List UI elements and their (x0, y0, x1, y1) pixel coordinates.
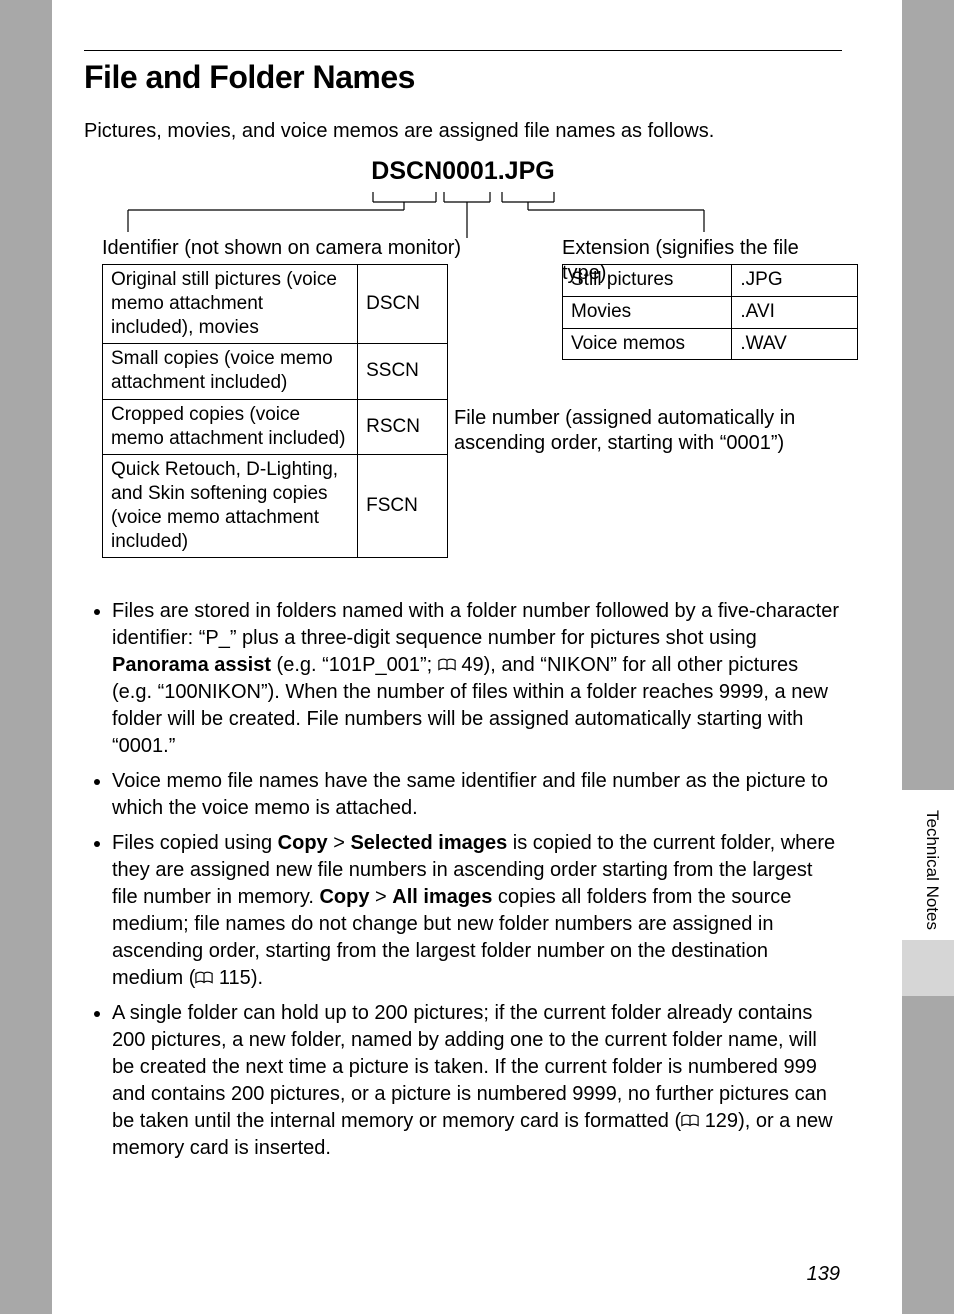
extension-type: Movies (563, 296, 732, 328)
table-row: Still pictures.JPG (563, 265, 858, 297)
identifier-table: Original still pictures (voice memo atta… (102, 264, 448, 558)
list-item: Voice memo file names have the same iden… (112, 768, 842, 822)
book-icon (681, 1114, 699, 1128)
extension-ext: .AVI (732, 296, 858, 328)
bracket-lines (84, 188, 842, 238)
notes-list: Files are stored in folders named with a… (84, 598, 842, 1162)
page: File and Folder Names Pictures, movies, … (52, 0, 902, 1314)
identifier-desc: Quick Retouch, D-Lighting, and Skin soft… (103, 455, 358, 558)
table-row: Original still pictures (voice memo atta… (103, 265, 448, 344)
intro-text: Pictures, movies, and voice memos are as… (84, 120, 842, 143)
book-icon (195, 971, 213, 985)
file-number-label: File number (assigned automatically in a… (454, 406, 834, 456)
identifier-code: RSCN (358, 399, 448, 455)
extension-ext: .WAV (732, 328, 858, 360)
side-label: Technical Notes (922, 810, 942, 930)
page-number: 139 (807, 1263, 840, 1286)
table-row: Movies.AVI (563, 296, 858, 328)
table-row: Quick Retouch, D-Lighting, and Skin soft… (103, 455, 448, 558)
list-item: Files are stored in folders named with a… (112, 598, 842, 760)
side-tab: Technical Notes (902, 790, 954, 970)
side-tab-marker (902, 940, 954, 996)
table-row: Cropped copies (voice memo attachment in… (103, 399, 448, 455)
extension-type: Voice memos (563, 328, 732, 360)
identifier-code: SSCN (358, 344, 448, 400)
identifier-code: DSCN (358, 265, 448, 344)
page-title: File and Folder Names (84, 59, 842, 96)
table-row: Voice memos.WAV (563, 328, 858, 360)
top-rule (84, 50, 842, 51)
identifier-desc: Original still pictures (voice memo atta… (103, 265, 358, 344)
extension-ext: .JPG (732, 265, 858, 297)
identifier-desc: Cropped copies (voice memo attachment in… (103, 399, 358, 455)
identifier-label: Identifier (not shown on camera monitor) (102, 236, 461, 261)
list-item: Files copied using Copy > Selected image… (112, 830, 842, 992)
identifier-code: FSCN (358, 455, 448, 558)
extension-table: Still pictures.JPG Movies.AVI Voice memo… (562, 264, 858, 360)
extension-type: Still pictures (563, 265, 732, 297)
table-row: Small copies (voice memo attachment incl… (103, 344, 448, 400)
book-icon (438, 658, 456, 672)
identifier-desc: Small copies (voice memo attachment incl… (103, 344, 358, 400)
example-filename: DSCN0001.JPG (84, 157, 842, 186)
list-item: A single folder can hold up to 200 pictu… (112, 1000, 842, 1162)
filename-diagram: Identifier (not shown on camera monitor)… (84, 188, 842, 568)
